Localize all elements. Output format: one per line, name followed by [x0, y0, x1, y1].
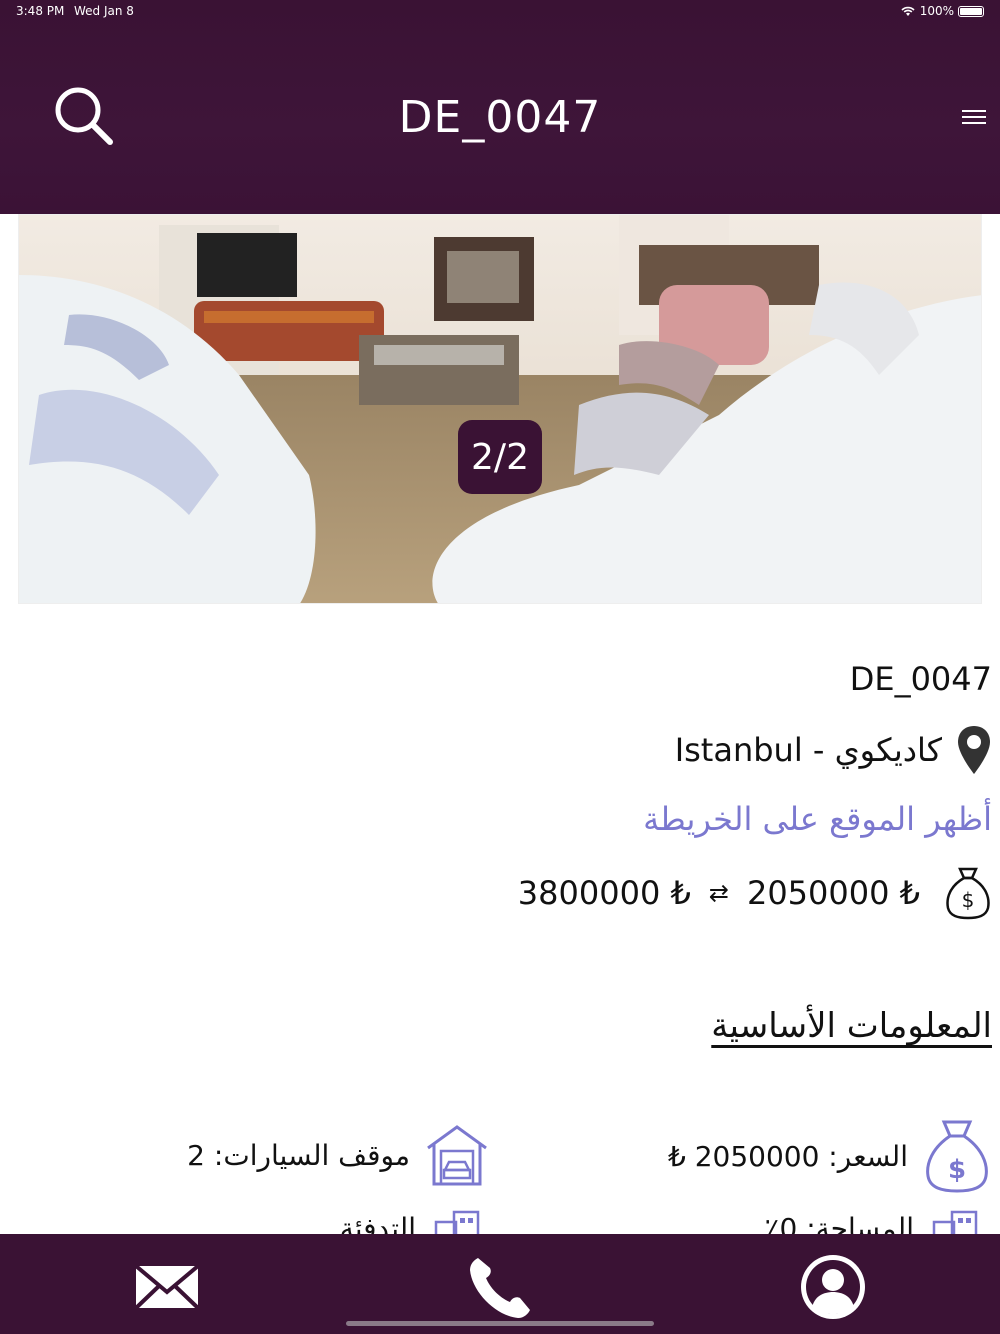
listing-location: Istanbul - كاديكوي: [675, 724, 992, 776]
svg-text:$: $: [962, 888, 975, 912]
info-price-label: السعر: 2050000 ₺: [667, 1139, 908, 1173]
wifi-icon: [901, 6, 915, 16]
home-indicator: [346, 1321, 654, 1326]
hamburger-menu-icon[interactable]: [962, 110, 986, 128]
phone-icon[interactable]: [466, 1252, 536, 1322]
status-right: 100%: [900, 4, 984, 18]
status-time: 3:48 PM: [16, 4, 65, 18]
status-date: Wed Jan 8: [74, 4, 134, 18]
swap-icon: ⇄: [708, 879, 729, 907]
listing-price: $ 3800000 ₺ ⇄ 2050000 ₺: [518, 866, 992, 920]
price-old: 3800000 ₺: [517, 874, 691, 912]
garage-icon: [427, 1125, 487, 1186]
basic-info-heading: المعلومات الأساسية: [711, 1006, 992, 1046]
info-price: $ السعر: 2050000 ₺: [668, 1118, 990, 1194]
app-header: 3:48 PM Wed Jan 8 100% DE_0047: [0, 0, 1000, 214]
profile-icon[interactable]: [798, 1252, 868, 1322]
price-current: 2050000 ₺: [746, 874, 920, 912]
money-bag-icon: $: [946, 867, 990, 920]
status-bar: 3:48 PM Wed Jan 8 100%: [16, 4, 984, 22]
location-text: Istanbul - كاديكوي: [674, 731, 942, 769]
bottom-action-bar: [0, 1234, 1000, 1334]
info-parking-label: موقف السيارات: 2: [187, 1138, 410, 1172]
mail-icon[interactable]: [132, 1252, 202, 1322]
show-on-map-link[interactable]: أظهر الموقع على الخريطة: [643, 800, 992, 838]
price-values: 3800000 ₺ ⇄ 2050000 ₺: [518, 874, 920, 912]
battery-percent: 100%: [919, 4, 954, 18]
location-pin-icon: [958, 726, 990, 774]
property-photo: [19, 215, 981, 603]
battery-icon: [958, 5, 984, 17]
photo-counter-badge: 2/2: [458, 420, 542, 494]
listing-ref: DE_0047: [849, 660, 992, 698]
money-bag-icon: $: [926, 1120, 988, 1193]
page-title: DE_0047: [398, 92, 602, 143]
info-parking: موقف السيارات: 2: [187, 1124, 488, 1186]
property-photo-carousel[interactable]: [18, 214, 982, 604]
svg-text:$: $: [948, 1155, 966, 1185]
